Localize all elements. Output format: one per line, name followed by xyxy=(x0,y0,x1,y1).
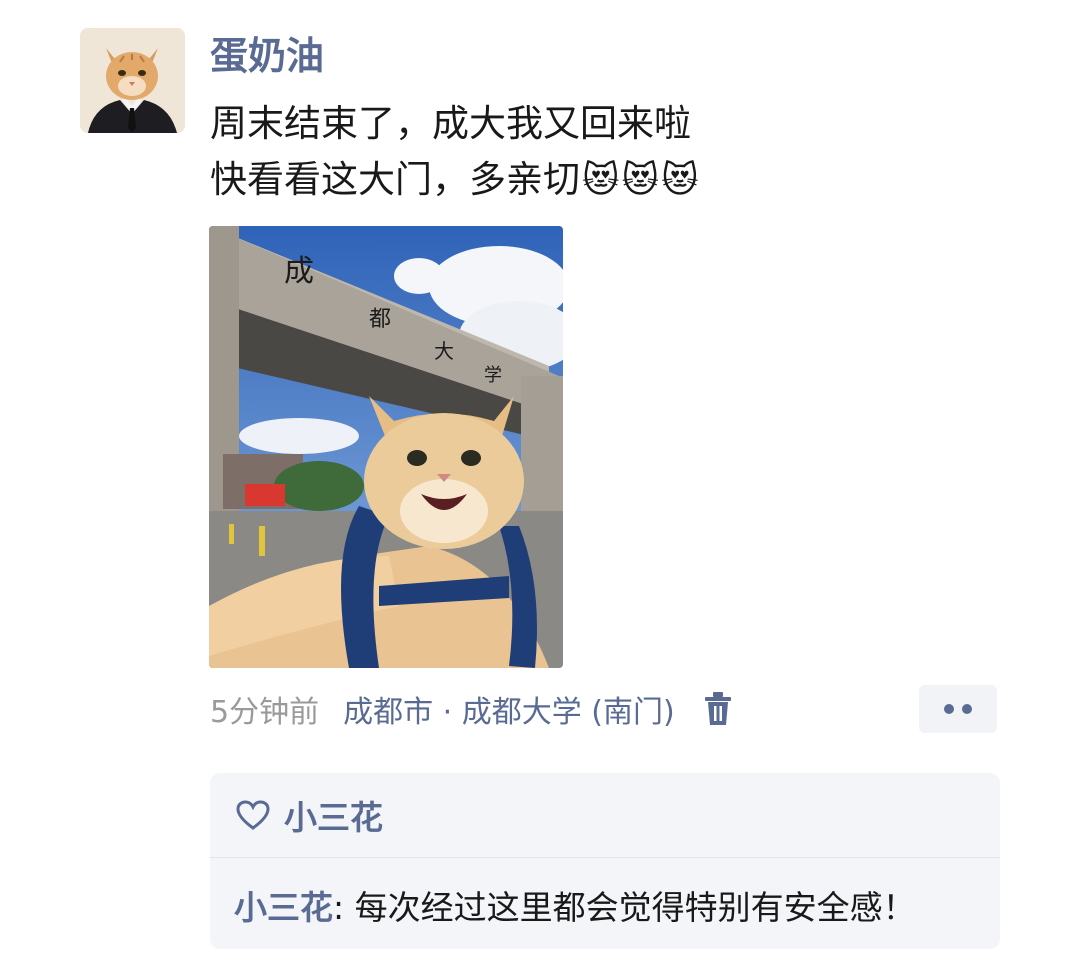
author-name[interactable]: 蛋奶油 xyxy=(210,30,324,82)
sign-char: 大 xyxy=(434,339,454,363)
sign-char: 成 xyxy=(284,254,314,289)
post-time: 5分钟前 xyxy=(210,695,320,730)
post-text-line-2-text: 快看看这大门，多亲切 xyxy=(210,158,580,201)
post-photo[interactable]: 成 都 大 学 xyxy=(209,226,563,668)
dot xyxy=(962,704,972,714)
trash-icon[interactable] xyxy=(703,691,733,727)
liker-name[interactable]: 小三花 xyxy=(284,791,383,839)
heart-icon xyxy=(236,800,270,830)
likes-comments-panel: 小三花 小三花: 每次经过这里都会觉得特别有安全感！ xyxy=(210,773,1000,949)
comment-item[interactable]: 小三花: 每次经过这里都会觉得特别有安全感！ xyxy=(210,858,1000,938)
dot xyxy=(944,704,954,714)
moments-post: 蛋奶油 周末结束了，成大我又回来啦 快看看这大门，多亲切😻😻😻 成 都 大 学 … xyxy=(0,0,1080,969)
comment-author[interactable]: 小三花 xyxy=(234,888,333,927)
sign-char: 都 xyxy=(369,307,391,332)
comment-text: 每次经过这里都会觉得特别有安全感！ xyxy=(354,888,916,927)
cat-in-suit-avatar-image xyxy=(80,28,185,133)
likes-row: 小三花 xyxy=(210,773,1000,858)
heart-eyes-cat-emoji: 😻 xyxy=(582,160,620,201)
post-text: 周末结束了，成大我又回来啦 快看看这大门，多亲切😻😻😻 xyxy=(210,96,830,209)
post-text-line-1: 周末结束了，成大我又回来啦 xyxy=(210,102,691,145)
heart-eyes-cat-emoji: 😻 xyxy=(661,160,699,201)
post-location[interactable]: 成都市 · 成都大学 (南门) xyxy=(343,687,675,731)
post-meta-row: 5分钟前 成都市 · 成都大学 (南门) xyxy=(210,686,733,732)
author-avatar[interactable] xyxy=(80,28,185,133)
post-text-line-2: 快看看这大门，多亲切😻😻😻 xyxy=(210,152,830,209)
heart-eyes-cat-emoji: 😻 xyxy=(621,160,660,201)
comment-separator: : xyxy=(333,888,355,927)
sign-char: 学 xyxy=(484,365,502,386)
cat-selfie-at-university-gate-image: 成 都 大 学 xyxy=(209,226,563,668)
more-dots-icon[interactable] xyxy=(919,685,997,733)
